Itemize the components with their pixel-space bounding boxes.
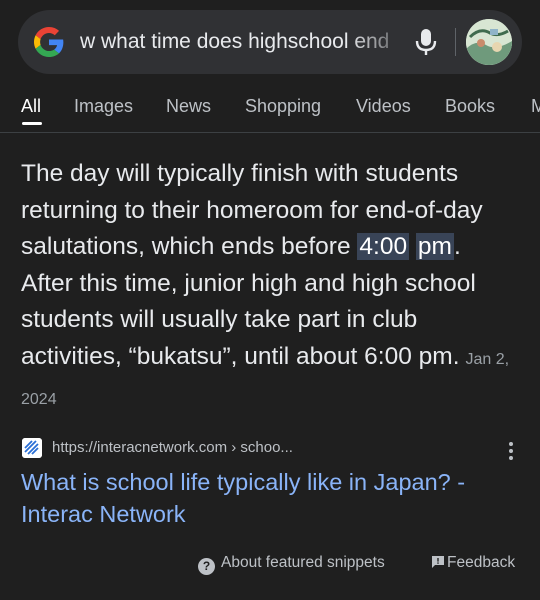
tab-images[interactable]: Images — [74, 96, 133, 117]
question-icon: ? — [198, 558, 215, 575]
snippet-highlight-time: 4:00 — [357, 233, 410, 261]
active-tab-indicator — [22, 122, 42, 125]
tab-all[interactable]: All — [21, 96, 41, 117]
snippet-text-part-1: The day will typically finish with stude… — [21, 160, 483, 261]
search-bar-divider — [455, 28, 456, 56]
feedback-label: Feedback — [447, 554, 516, 571]
tab-more[interactable]: M — [531, 96, 540, 117]
feedback-icon — [432, 556, 444, 568]
snippet-highlight-pm: pm — [415, 233, 454, 261]
avatar-image-icon — [466, 19, 512, 65]
about-featured-snippets-link[interactable]: ? About featured snippets — [198, 553, 385, 575]
search-tabs: All Images News Shopping Videos Books M — [0, 86, 540, 133]
google-logo-icon — [34, 27, 64, 57]
feedback-link[interactable]: Feedback — [431, 553, 515, 573]
featured-snippet-text: The day will typically finish with stude… — [21, 156, 517, 418]
mic-icon[interactable] — [415, 28, 437, 56]
interac-favicon-icon — [22, 438, 42, 458]
result-title-link[interactable]: What is school life typically like in Ja… — [21, 466, 521, 530]
source-url[interactable]: https://interacnetwork.com › schoo... — [52, 438, 293, 458]
tab-videos[interactable]: Videos — [356, 96, 411, 117]
search-input[interactable]: w what time does highschool end — [80, 29, 415, 55]
profile-avatar[interactable] — [466, 19, 512, 65]
more-vert-icon[interactable] — [504, 440, 518, 462]
tab-news[interactable]: News — [166, 96, 211, 117]
about-label: About featured snippets — [221, 554, 385, 571]
tab-books[interactable]: Books — [445, 96, 495, 117]
search-bar[interactable]: w what time does highschool end — [18, 10, 522, 74]
tab-shopping[interactable]: Shopping — [245, 96, 321, 117]
